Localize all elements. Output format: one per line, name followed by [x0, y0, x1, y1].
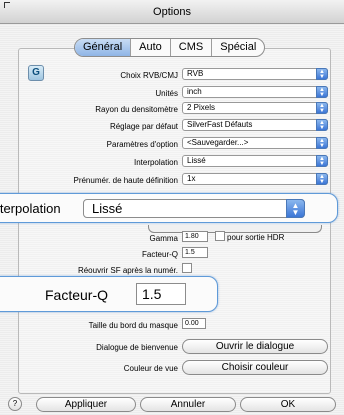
chevron-updown-icon: ▲ ▼ — [316, 102, 328, 114]
couleur-label: Couleur de vue — [123, 364, 178, 373]
choix-rvb-select[interactable]: RVB ▲ ▼ — [182, 68, 328, 80]
prenumer-label: Prénumér. de haute définition — [73, 176, 178, 185]
rayon-label: Rayon du densitomètre — [95, 105, 178, 114]
chevron-updown-icon: ▲ ▼ — [316, 68, 328, 80]
help-button[interactable]: ? — [8, 397, 22, 411]
choix-rvb-value: RVB — [187, 69, 204, 78]
reglage-select[interactable]: SilverFast Défauts ▲ ▼ — [182, 119, 328, 131]
prenumer-value: 1x — [187, 174, 196, 183]
interpolation-zoom-select[interactable]: Lissé ▲ ▼ — [83, 199, 305, 218]
hdr-checkbox[interactable] — [215, 231, 225, 241]
unites-value: inch — [187, 87, 202, 96]
window-corner-mark — [4, 2, 10, 8]
hdr-label: pour sortie HDR — [227, 233, 285, 242]
tab-auto[interactable]: Auto — [131, 39, 171, 56]
tab-cms[interactable]: CMS — [171, 39, 213, 56]
chevron-updown-icon: ▲ ▼ — [316, 155, 328, 167]
interpolation-value: Lissé — [187, 156, 206, 165]
hidden-control-edge — [148, 225, 322, 233]
cancel-button[interactable]: Annuler — [140, 397, 236, 412]
title-bar: Options — [0, 0, 344, 24]
ok-button[interactable]: OK — [240, 397, 336, 412]
gamma-label: Gamma — [149, 234, 178, 243]
parametres-select[interactable]: <Sauvegarder...> ▲ ▼ — [182, 137, 328, 149]
rayon-select[interactable]: 2 Pixels ▲ ▼ — [182, 102, 328, 114]
facteur-q-zoom-label: Facteur-Q — [45, 287, 109, 303]
prenumer-select[interactable]: 1x ▲ ▼ — [182, 173, 328, 185]
interpolation-zoom-callout: Interpolation Lissé ▲▼ — [0, 193, 338, 223]
parametres-label: Paramètres d'option — [106, 140, 178, 149]
reglage-label: Réglage par défaut — [109, 122, 178, 131]
gamma-field[interactable]: 1.80 — [182, 231, 208, 242]
taille-bord-label: Taille du bord du masque — [88, 321, 178, 330]
interpolation-zoom-value: Lissé — [92, 201, 123, 216]
options-window: Options Général Auto CMS Spécial G Choix… — [0, 0, 344, 415]
choix-rvb-label: Choix RVB/CMJ — [120, 71, 178, 80]
rayon-value: 2 Pixels — [187, 103, 216, 112]
parametres-value: <Sauvegarder...> — [187, 138, 249, 147]
unites-label: Unités — [155, 89, 178, 98]
chevron-updown-icon: ▲ ▼ — [316, 137, 328, 149]
reouvrir-label: Réouvrir SF après la numér. — [77, 266, 178, 275]
chevron-updown-icon: ▲ ▼ — [316, 119, 328, 131]
tab-general[interactable]: Général — [75, 39, 132, 56]
interpolation-label: Interpolation — [133, 158, 178, 167]
facteur-q-label: Facteur-Q — [141, 250, 178, 259]
interpolation-zoom-label: Interpolation — [0, 201, 61, 216]
taille-bord-field[interactable]: 0.00 — [182, 318, 206, 329]
window-title: Options — [153, 6, 191, 18]
reouvrir-checkbox[interactable] — [182, 263, 192, 273]
unites-select[interactable]: inch ▲ ▼ — [182, 86, 328, 98]
interpolation-select[interactable]: Lissé ▲ ▼ — [182, 155, 328, 167]
chevron-updown-icon: ▲ ▼ — [286, 199, 305, 218]
tab-bar: Général Auto CMS Spécial — [74, 38, 266, 57]
facteur-q-zoom-callout: Facteur-Q 1.5 — [0, 276, 218, 312]
open-dialog-button[interactable]: Ouvrir le dialogue — [182, 339, 328, 354]
silverfast-icon: G — [28, 65, 44, 81]
tab-special[interactable]: Spécial — [212, 39, 264, 56]
apply-button[interactable]: Appliquer — [36, 397, 136, 412]
chevron-updown-icon: ▲ ▼ — [316, 86, 328, 98]
facteur-q-zoom-field[interactable]: 1.5 — [136, 283, 186, 305]
reglage-value: SilverFast Défauts — [187, 120, 253, 129]
facteur-q-field[interactable]: 1.5 — [182, 247, 208, 258]
choose-color-button[interactable]: Choisir couleur — [182, 360, 328, 375]
chevron-updown-icon: ▲ ▼ — [316, 173, 328, 185]
dialogue-label: Dialogue de bienvenue — [96, 343, 178, 352]
